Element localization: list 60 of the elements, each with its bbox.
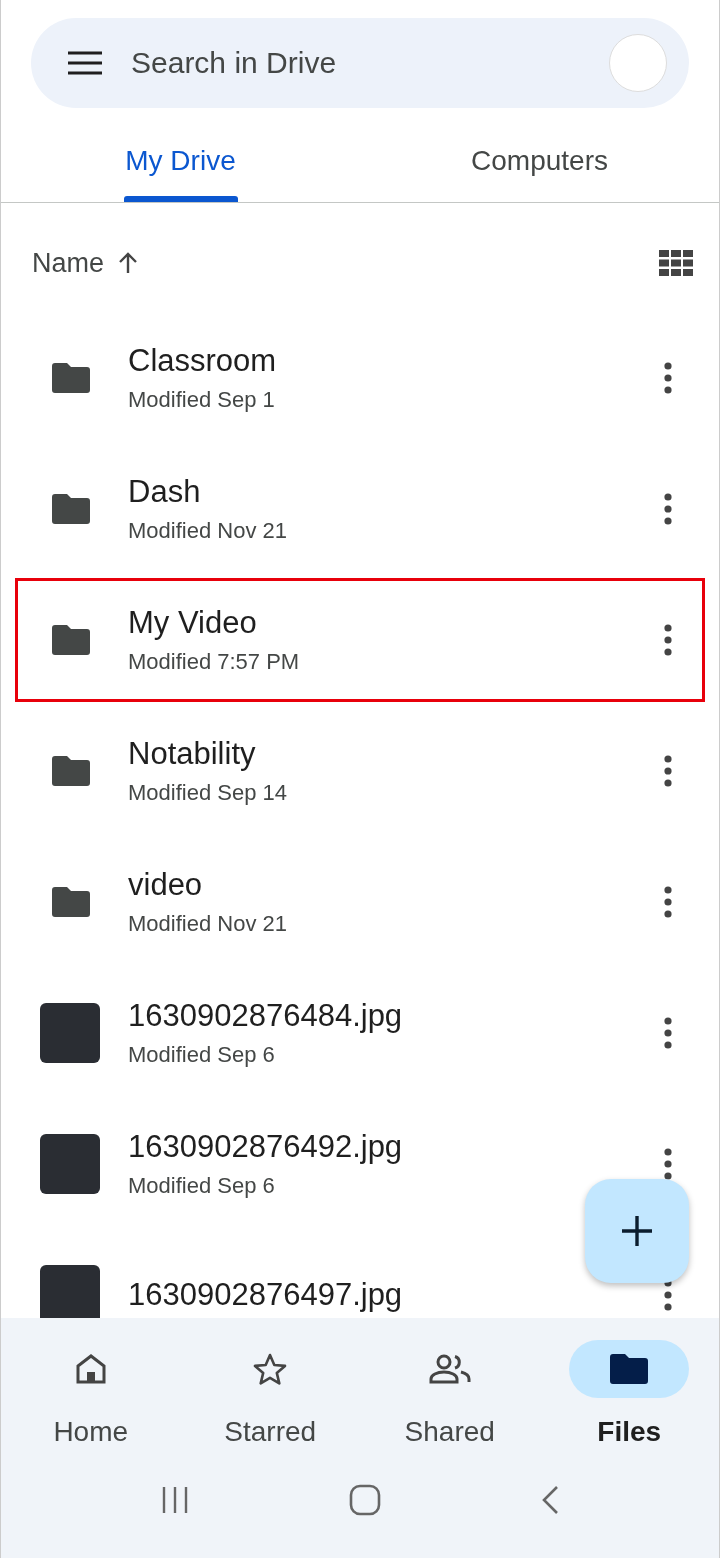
home-icon [74,1353,107,1385]
nav-item[interactable]: Home [1,1340,181,1462]
more-options-icon[interactable] [664,624,672,656]
file-row[interactable]: Classroom Modified Sep 1 [15,316,705,440]
folder-icon [610,1354,649,1384]
folder-icon [52,756,90,786]
people-icon [428,1354,471,1384]
more-options-icon[interactable] [664,493,672,525]
folder-icon [52,494,90,524]
modified-date: Modified Nov 21 [128,911,287,937]
file-name: My Video [128,605,257,641]
screenshot-thumbnail [40,1265,100,1318]
file-row[interactable]: Dash Modified Nov 21 [15,447,705,571]
sort-button[interactable]: Name [32,247,139,279]
highlighted-file-row[interactable]: My Video Modified 7:57 PM [15,578,705,702]
arrow-up-icon [118,252,139,274]
modified-date: Modified Sep 6 [128,1042,275,1068]
file-name: 1630902876497.jpg [128,1277,403,1313]
file-name: video [128,867,203,903]
more-options-icon[interactable] [664,1279,672,1311]
more-options-icon[interactable] [664,755,672,787]
file-name: Notability [128,736,256,772]
menu-icon[interactable] [67,51,103,75]
file-name: Classroom [128,343,277,379]
modified-date: Modified Sep 14 [128,780,287,806]
folder-icon [52,363,90,393]
nav-item[interactable]: Starred [180,1340,360,1462]
more-options-icon[interactable] [664,1148,672,1180]
screenshot-thumbnail [40,1003,100,1063]
folder-icon [52,625,90,655]
more-options-icon[interactable] [664,362,672,394]
folder-icon [52,887,90,917]
plus-icon [622,1216,652,1246]
file-name: Dash [128,474,201,510]
more-options-icon[interactable] [664,886,672,918]
modified-date: Modified Nov 21 [128,518,287,544]
file-row[interactable]: Notability Modified Sep 14 [15,709,705,833]
tab[interactable]: Computers [360,120,719,202]
modified-date: Modified Sep 6 [128,1173,275,1199]
search-input[interactable]: Search in Drive [129,45,583,81]
file-name: 1630902876492.jpg [128,1129,403,1165]
home-button-icon[interactable] [349,1484,381,1516]
tab[interactable]: My Drive [1,120,360,202]
screenshot-thumbnail [40,1134,100,1194]
modified-date: Modified Sep 1 [128,387,275,413]
file-row[interactable]: 1630902876497.jpg [15,1233,705,1318]
modified-date: Modified 7:57 PM [128,649,300,675]
nav-item[interactable]: Files [539,1340,719,1462]
new-button[interactable] [585,1179,689,1283]
file-row[interactable]: video Modified Nov 21 [15,840,705,964]
file-row[interactable]: 1630902876492.jpg Modified Sep 6 [15,1102,705,1226]
grid-view-icon[interactable] [659,250,693,276]
more-options-icon[interactable] [664,1017,672,1049]
recent-apps-icon[interactable] [161,1486,189,1514]
file-row[interactable]: 1630902876484.jpg Modified Sep 6 [15,971,705,1095]
file-name: 1630902876484.jpg [128,998,403,1034]
star-icon [253,1353,288,1385]
search-field[interactable]: Search in Drive [31,18,689,108]
nav-item[interactable]: Shared [360,1340,540,1462]
back-icon[interactable] [541,1485,559,1515]
